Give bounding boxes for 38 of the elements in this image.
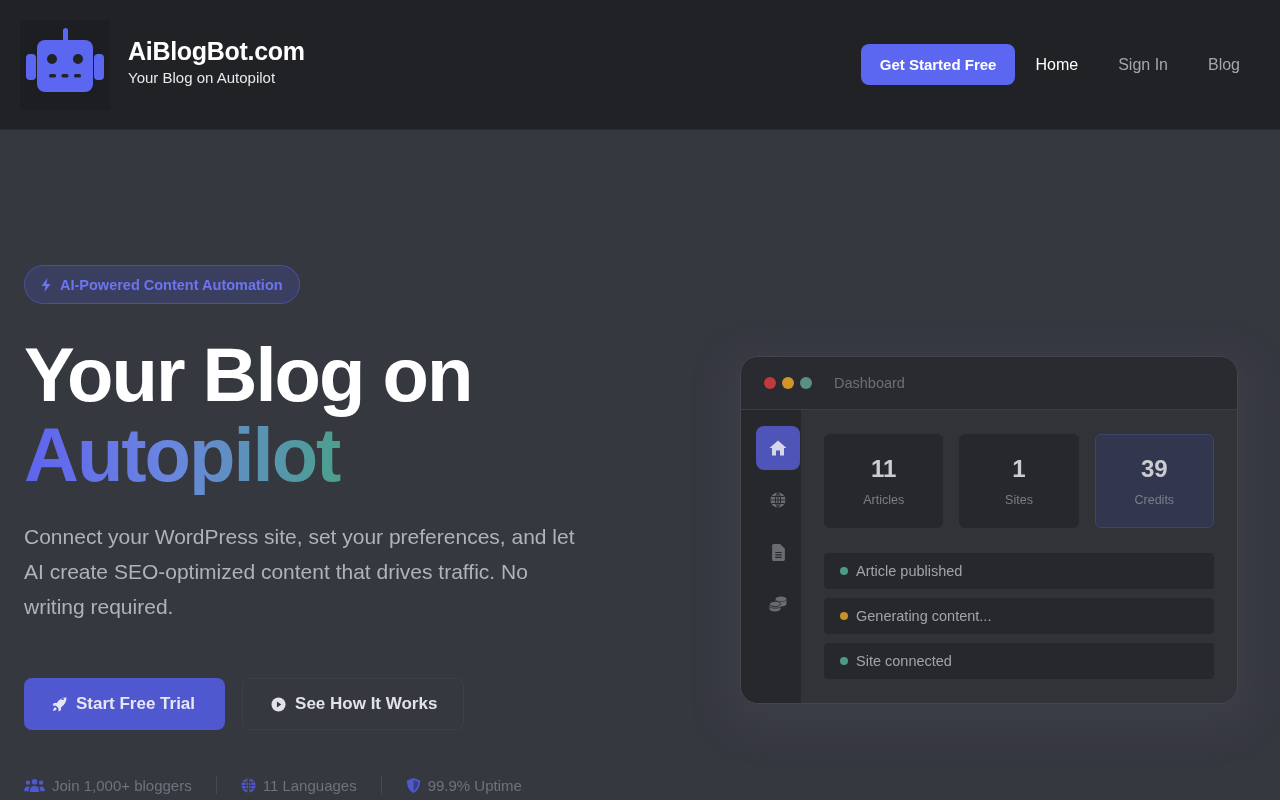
stat-caption: Articles bbox=[863, 493, 905, 507]
close-dot-icon bbox=[764, 377, 776, 389]
home-icon bbox=[769, 440, 787, 456]
badge-label: AI-Powered Content Automation bbox=[60, 276, 283, 293]
home-nav-item[interactable] bbox=[756, 426, 800, 470]
globe-icon bbox=[769, 492, 787, 508]
stat-value: 39 bbox=[1140, 455, 1168, 483]
lightning-icon bbox=[41, 277, 51, 292]
site-tagline: Your Blog on Autopilot bbox=[128, 69, 277, 86]
stat-label: 11 Languages bbox=[262, 776, 357, 794]
coins-icon bbox=[769, 596, 787, 612]
document-icon bbox=[771, 543, 785, 561]
activity-text: Article published bbox=[856, 563, 963, 579]
shield-icon bbox=[405, 777, 421, 793]
window-title: Dashboard bbox=[834, 375, 905, 391]
hero-heading: Your Blog on bbox=[24, 335, 472, 415]
stat-caption: Credits bbox=[1134, 493, 1175, 507]
site-name: AiBlogBot.com bbox=[128, 37, 305, 66]
rocket-icon bbox=[52, 696, 67, 712]
stat-value: 11 bbox=[870, 455, 897, 483]
nav-link[interactable]: Home bbox=[1015, 55, 1099, 74]
nav-link[interactable]: Blog bbox=[1187, 55, 1260, 74]
activity-text: Generating content... bbox=[856, 608, 992, 624]
get-started-button[interactable]: Get Started Free bbox=[860, 44, 1016, 85]
stat-value: 1 bbox=[1012, 455, 1026, 483]
start-trial-button[interactable]: Start Free Trial bbox=[24, 678, 226, 730]
activity-text: Site connected bbox=[856, 653, 952, 669]
users-icon bbox=[24, 777, 45, 793]
minimize-dot-icon bbox=[782, 377, 794, 389]
stat-caption: Sites bbox=[1005, 493, 1033, 507]
hero-description: Connect your WordPress site, set your preferences, and let AI create SEO-optimized content that drives traffic. No writing required. bbox=[24, 524, 576, 620]
see-how-button[interactable]: See How It Works bbox=[242, 678, 465, 730]
nav-link[interactable]: Sign In bbox=[1098, 55, 1188, 74]
globe-icon bbox=[240, 777, 256, 793]
stat-label: Join 1,000+ bloggers bbox=[52, 776, 192, 794]
maximize-dot-icon bbox=[800, 377, 812, 389]
play-circle-icon bbox=[271, 696, 287, 712]
stat-label: 99.9% Uptime bbox=[427, 776, 522, 794]
